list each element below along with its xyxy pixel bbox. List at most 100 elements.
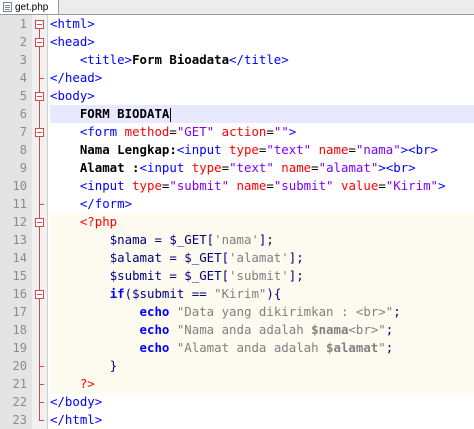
fold-marker	[32, 321, 48, 339]
code-token: ){	[266, 286, 282, 301]
code-token: <input	[176, 142, 230, 157]
code-token: =	[221, 160, 230, 175]
code-text[interactable]: <head>	[50, 33, 474, 51]
code-token: echo	[139, 322, 170, 337]
code-line-23[interactable]: 23 </html>	[0, 411, 474, 429]
code-text[interactable]: Nama Lengkap:<input type="text" name="na…	[50, 141, 474, 159]
code-text[interactable]: $nama = $_GET['nama'];	[50, 231, 474, 249]
line-number: 13	[0, 231, 32, 249]
code-text[interactable]: echo "Alamat anda adalah $alamat";	[50, 339, 474, 357]
code-text[interactable]: $alamat = $_GET['alamat'];	[50, 249, 474, 267]
code-line-4[interactable]: 4 </head>	[0, 69, 474, 87]
code-token: =	[311, 160, 319, 175]
code-line-3[interactable]: 3 <title>Form Bioadata</title>	[0, 51, 474, 69]
code-editor[interactable]: 1 <html> 2 <head> 3 <title>Form Bioadata</ti…	[0, 15, 474, 429]
code-text[interactable]: FORM BIODATA	[50, 105, 474, 123]
code-text[interactable]: <body>	[50, 87, 474, 105]
code-line-1[interactable]: 1 <html>	[0, 15, 474, 33]
fold-marker	[32, 51, 48, 69]
collapse-icon[interactable]	[35, 92, 44, 101]
code-token: type	[229, 142, 259, 157]
code-line-18[interactable]: 18 echo "Nama anda adalah $nama<br>";	[0, 321, 474, 339]
code-line-8[interactable]: 8 Nama Lengkap:<input type="text" name="…	[0, 141, 474, 159]
line-number: 17	[0, 303, 32, 321]
code-text[interactable]: <title>Form Bioadata</title>	[50, 51, 474, 69]
code-text[interactable]: <input type="submit" name="submit" value…	[50, 177, 474, 195]
code-text[interactable]: echo "Nama anda adalah $nama<br>";	[50, 321, 474, 339]
code-line-14[interactable]: 14 $alamat = $_GET['alamat'];	[0, 249, 474, 267]
code-line-9[interactable]: 9 Alamat :<input type="text" name="alama…	[0, 159, 474, 177]
code-text[interactable]: <?php	[50, 213, 474, 231]
collapse-icon[interactable]	[35, 128, 44, 137]
code-token: "text"	[266, 142, 312, 157]
code-line-2[interactable]: 2 <head>	[0, 33, 474, 51]
code-token: =	[266, 124, 274, 139]
code-line-16[interactable]: 16 if($submit == "Kirim"){	[0, 285, 474, 303]
code-token: method	[124, 124, 170, 139]
fold-marker	[32, 69, 48, 87]
code-text[interactable]: echo "Data yang dikirimkan : <br>";	[50, 303, 474, 321]
code-line-5[interactable]: 5 <body>	[0, 87, 474, 105]
code-text[interactable]: <html>	[50, 15, 474, 33]
code-text[interactable]: </body>	[50, 393, 474, 411]
fold-marker[interactable]	[32, 87, 48, 105]
code-text[interactable]: ?>	[50, 375, 474, 393]
code-line-11[interactable]: 11 </form>	[0, 195, 474, 213]
code-text[interactable]: </head>	[50, 69, 474, 87]
code-token: <input	[79, 178, 133, 193]
collapse-icon[interactable]	[35, 20, 44, 29]
code-token: <head>	[50, 34, 95, 49]
code-text[interactable]: if($submit == "Kirim"){	[50, 285, 474, 303]
fold-marker	[32, 177, 48, 195]
code-text[interactable]: $submit = $_GET['submit'];	[50, 267, 474, 285]
collapse-icon[interactable]	[35, 38, 44, 47]
code-line-10[interactable]: 10 <input type="submit" name="submit" va…	[0, 177, 474, 195]
fold-marker	[32, 231, 48, 249]
code-text[interactable]: </html>	[50, 411, 474, 429]
code-line-20[interactable]: 20 }	[0, 357, 474, 375]
code-token: ><br>	[378, 160, 416, 175]
code-token: $alamat = $_GET[	[109, 250, 230, 265]
code-token: "submit"	[273, 178, 334, 193]
line-number: 19	[0, 339, 32, 357]
code-text[interactable]: Alamat :<input type="text" name="alamat"…	[50, 159, 474, 177]
collapse-icon[interactable]	[35, 218, 44, 227]
code-line-19[interactable]: 19 echo "Alamat anda adalah $alamat";	[0, 339, 474, 357]
code-token: "GET"	[176, 124, 215, 139]
code-text[interactable]: <form method="GET" action="">	[50, 123, 474, 141]
fold-marker[interactable]	[32, 123, 48, 141]
code-line-12[interactable]: 12 <?php	[0, 213, 474, 231]
code-token: Nama Lengkap:	[79, 142, 177, 157]
code-token: "alamat"	[318, 160, 379, 175]
fold-marker[interactable]	[32, 15, 48, 33]
code-line-22[interactable]: 22 </body>	[0, 393, 474, 411]
code-line-7[interactable]: 7 <form method="GET" action="">	[0, 123, 474, 141]
code-line-21[interactable]: 21 ?>	[0, 375, 474, 393]
line-number: 4	[0, 69, 32, 87]
file-tab[interactable]: get.php	[0, 0, 59, 14]
code-text[interactable]: </form>	[50, 195, 474, 213]
code-token: echo	[139, 304, 170, 319]
fold-marker[interactable]	[32, 33, 48, 51]
fold-marker[interactable]	[32, 285, 48, 303]
line-number: 6	[0, 105, 32, 123]
code-line-17[interactable]: 17 echo "Data yang dikirimkan : <br>";	[0, 303, 474, 321]
code-line-6[interactable]: 6 FORM BIODATA	[0, 105, 474, 123]
code-token: "	[378, 340, 386, 355]
code-token: </head>	[50, 70, 103, 85]
code-text[interactable]: }	[50, 357, 474, 375]
code-line-13[interactable]: 13 $nama = $_GET['nama'];	[0, 231, 474, 249]
code-token: ?>	[79, 376, 95, 391]
fold-marker[interactable]	[32, 213, 48, 231]
code-token: </form>	[79, 196, 133, 211]
collapse-icon[interactable]	[35, 290, 44, 299]
code-line-15[interactable]: 15 $submit = $_GET['submit'];	[0, 267, 474, 285]
